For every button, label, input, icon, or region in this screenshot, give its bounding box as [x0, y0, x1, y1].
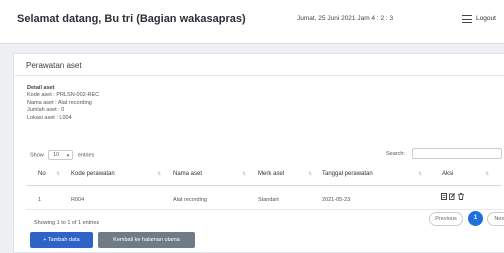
next-page-button[interactable]: Next	[487, 212, 504, 226]
entries-label: entries	[77, 152, 95, 159]
add-data-button[interactable]: + Tambah data	[30, 232, 93, 248]
welcome-text: Selamat datang, Bu tri (Bagian wakasapra…	[17, 13, 246, 25]
cell-nama-aset: Alat recording	[173, 197, 207, 203]
page-1-button[interactable]: 1	[468, 211, 483, 226]
perawatan-aset-card: Perawatan aset Detail aset Kode aset : P…	[13, 53, 504, 253]
column-header-nama-aset[interactable]: Nama aset	[173, 171, 202, 177]
cell-no: 1	[38, 197, 42, 203]
cell-merk-aset: Standart	[258, 197, 279, 203]
column-header-merk-aset[interactable]: Merk aset	[258, 171, 284, 177]
sort-icon[interactable]: ⇅	[485, 171, 489, 177]
search-label: Search:	[386, 151, 405, 157]
cell-kode-perawatan: R004	[71, 197, 85, 203]
table-row-divider	[26, 209, 502, 210]
date-time-display: Jumat, 25 Juni 2021 Jam 4 : 2 : 3	[297, 15, 394, 22]
entries-length-control: Show 10 ▾ entries	[30, 150, 94, 160]
asset-count: Jumlah aset : 0	[27, 107, 65, 114]
column-header-kode-perawatan[interactable]: Kode perawatan	[71, 171, 115, 177]
cell-tanggal-perawatan: 2021-05-23	[322, 197, 351, 203]
back-to-home-button[interactable]: Kembali ke halaman utama	[98, 232, 195, 248]
entries-select[interactable]: 10 ▾	[48, 150, 74, 160]
top-navbar: Selamat datang, Bu tri (Bagian wakasapra…	[0, 0, 504, 44]
delete-icon[interactable]	[458, 193, 464, 200]
column-header-aksi: Aksi	[442, 171, 454, 177]
asset-detail-heading: Detail aset	[27, 85, 55, 91]
edit-icon[interactable]	[449, 193, 455, 200]
page-title: Perawatan aset	[26, 61, 82, 70]
previous-page-button[interactable]: Previous	[429, 212, 463, 226]
menu-icon[interactable]	[462, 15, 472, 23]
sort-icon[interactable]: ⇅	[242, 171, 246, 177]
asset-detail: Detail aset Kode aset : PRLSN-002-REC Na…	[27, 85, 99, 122]
column-header-no[interactable]: No	[38, 171, 46, 177]
sort-icon[interactable]: ⇅	[157, 171, 161, 177]
asset-code: Kode aset : PRLSN-002-REC	[27, 92, 100, 99]
entries-select-value: 10	[53, 152, 59, 158]
table-info: Showing 1 to 1 of 1 entries	[34, 220, 100, 226]
asset-location: Lokasi aset : L004	[27, 114, 72, 121]
detail-icon[interactable]	[441, 193, 447, 200]
asset-name: Nama aset : Alat recording	[27, 99, 92, 106]
sort-icon[interactable]: ⇅	[56, 171, 60, 177]
sort-icon[interactable]: ⇅	[418, 171, 422, 177]
sort-icon[interactable]: ⇅	[308, 171, 312, 177]
table-header-divider	[26, 185, 502, 186]
search-input[interactable]	[412, 148, 502, 159]
card-header: Perawatan aset	[14, 54, 504, 76]
chevron-down-icon: ▾	[66, 153, 70, 159]
show-label: Show	[30, 152, 44, 159]
column-header-tanggal-perawatan[interactable]: Tanggal perawatan	[322, 171, 373, 177]
logout-link[interactable]: Logout	[476, 15, 496, 22]
